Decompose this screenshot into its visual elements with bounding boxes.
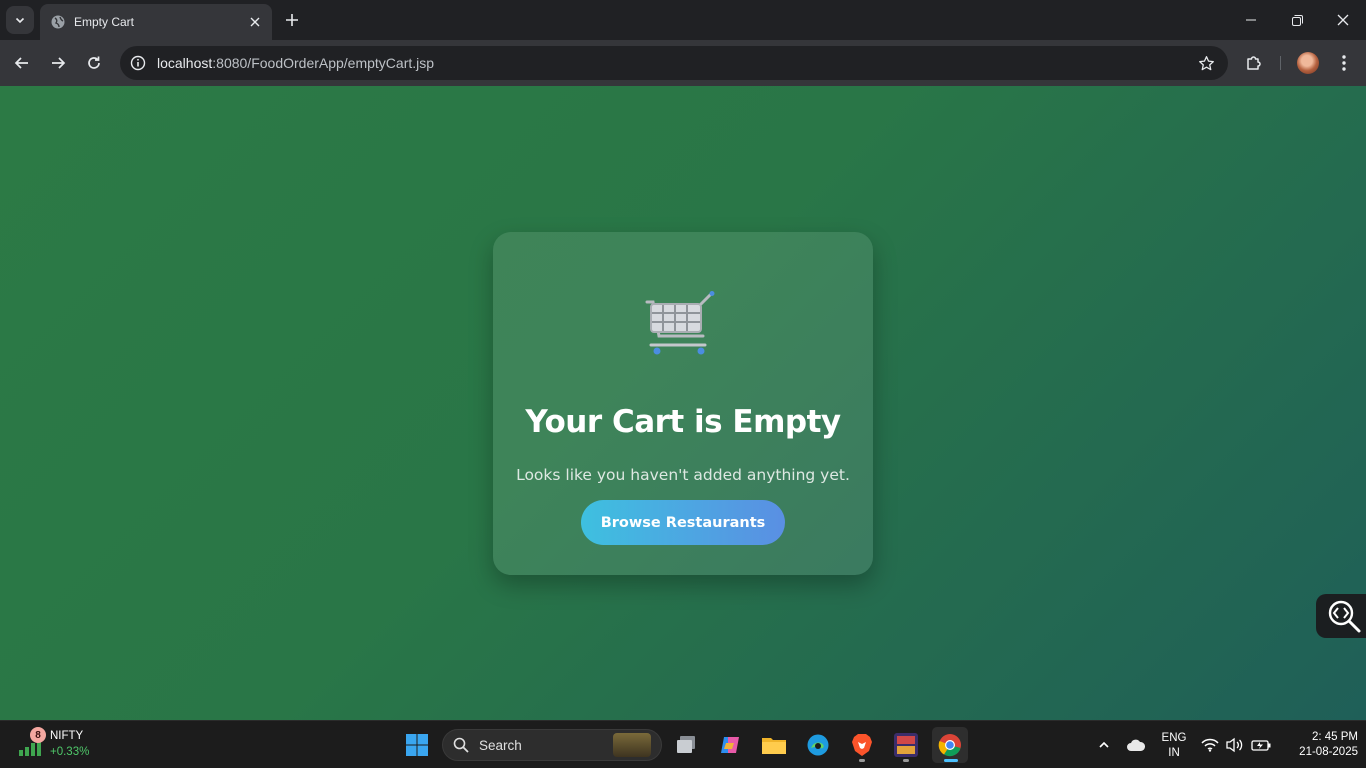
profile-avatar[interactable] (1297, 52, 1319, 74)
info-icon (130, 55, 146, 71)
stock-widget[interactable]: 8 NIFTY +0.33% (18, 727, 118, 763)
taskbar: 8 NIFTY +0.33% Search ENG IN 2: 45 PM 21… (0, 720, 1366, 768)
page-title: Your Cart is Empty (525, 404, 841, 440)
search-highlight-image (613, 733, 651, 757)
taskbar-search[interactable]: Search (442, 729, 662, 761)
task-view-button[interactable] (668, 727, 704, 763)
minimize-button[interactable] (1228, 0, 1274, 40)
plus-icon (286, 14, 298, 26)
edge-icon (807, 734, 829, 756)
chrome-browser-button[interactable] (932, 727, 968, 763)
app-button[interactable] (888, 727, 924, 763)
close-tab-button[interactable] (246, 13, 264, 31)
copilot-icon (721, 737, 739, 753)
battery-icon (1251, 740, 1271, 751)
star-icon (1198, 55, 1214, 70)
close-icon (250, 17, 260, 27)
forward-button[interactable] (44, 49, 72, 77)
page-viewport: Your Cart is Empty Looks like you haven'… (0, 86, 1366, 720)
show-hidden-icons-button[interactable] (1086, 727, 1122, 763)
chevron-up-icon (1099, 741, 1109, 748)
url-text: localhost:8080/FoodOrderApp/emptyCart.js… (157, 55, 434, 71)
arrow-left-icon (14, 57, 28, 69)
region-code: IN (1168, 747, 1180, 759)
active-indicator (944, 759, 958, 762)
toolbar-divider (1280, 56, 1281, 70)
bookmark-button[interactable] (1196, 53, 1216, 73)
running-indicator (903, 759, 909, 762)
search-icon (453, 737, 469, 753)
address-bar[interactable]: localhost:8080/FoodOrderApp/emptyCart.js… (120, 46, 1228, 80)
floating-inspect-tool[interactable] (1316, 594, 1366, 638)
reload-icon (88, 56, 100, 69)
search-label: Search (479, 738, 522, 753)
empty-cart-message: Looks like you haven't added anything ye… (516, 466, 850, 484)
clock[interactable]: 2: 45 PM 21-08-2025 (1280, 730, 1358, 760)
url-path: :8080/FoodOrderApp/emptyCart.jsp (212, 55, 435, 71)
minimize-icon (1246, 19, 1256, 21)
language-indicator[interactable]: ENG IN (1156, 731, 1192, 761)
puzzle-icon (1247, 56, 1261, 70)
browser-toolbar: localhost:8080/FoodOrderApp/emptyCart.js… (0, 40, 1366, 86)
tab-strip: Empty Cart (0, 0, 1366, 40)
close-icon (1337, 14, 1349, 26)
code-search-icon (1328, 600, 1361, 633)
copilot-button[interactable] (712, 727, 748, 763)
new-tab-button[interactable] (280, 8, 304, 32)
clock-date: 21-08-2025 (1299, 746, 1358, 758)
stock-name: NIFTY (50, 730, 84, 742)
empty-cart-card: Your Cart is Empty Looks like you haven'… (493, 232, 873, 575)
running-indicator (859, 759, 865, 762)
arrow-right-icon (52, 57, 66, 69)
browser-menu-button[interactable] (1332, 51, 1356, 75)
onedrive-button[interactable] (1118, 727, 1154, 763)
start-button[interactable] (399, 727, 435, 763)
task-view-icon (677, 736, 695, 753)
back-button[interactable] (8, 49, 36, 77)
tab-search-button[interactable] (6, 6, 34, 34)
cloud-icon (1127, 739, 1146, 751)
stock-change: +0.33% (50, 746, 90, 758)
edge-browser-button[interactable] (800, 727, 836, 763)
site-info-button[interactable] (126, 51, 150, 75)
file-explorer-button[interactable] (756, 727, 792, 763)
restore-button[interactable] (1274, 0, 1320, 40)
notification-badge: 8 (30, 727, 46, 743)
system-tray-status[interactable] (1196, 727, 1276, 763)
volume-icon (1226, 737, 1243, 753)
folder-icon (762, 738, 786, 754)
clock-time: 2: 45 PM (1311, 731, 1358, 743)
chevron-down-icon (15, 17, 25, 24)
url-host: localhost (157, 55, 213, 71)
shopping-cart-icon (645, 291, 715, 355)
windows-icon (406, 734, 428, 756)
brave-lion-icon (852, 734, 872, 756)
globe-icon (50, 14, 66, 30)
more-vert-icon (1342, 55, 1346, 71)
reload-button[interactable] (80, 49, 108, 77)
restore-icon (1291, 14, 1303, 26)
active-tab[interactable]: Empty Cart (40, 4, 272, 40)
language-code: ENG (1161, 732, 1187, 744)
extensions-button[interactable] (1242, 51, 1266, 75)
tab-title: Empty Cart (74, 15, 135, 29)
close-window-button[interactable] (1320, 0, 1366, 40)
wifi-icon (1201, 738, 1219, 752)
brave-browser-button[interactable] (844, 727, 880, 763)
browse-restaurants-button[interactable]: Browse Restaurants (581, 500, 785, 545)
chrome-icon (938, 734, 961, 757)
app-badge-icon (894, 733, 918, 757)
